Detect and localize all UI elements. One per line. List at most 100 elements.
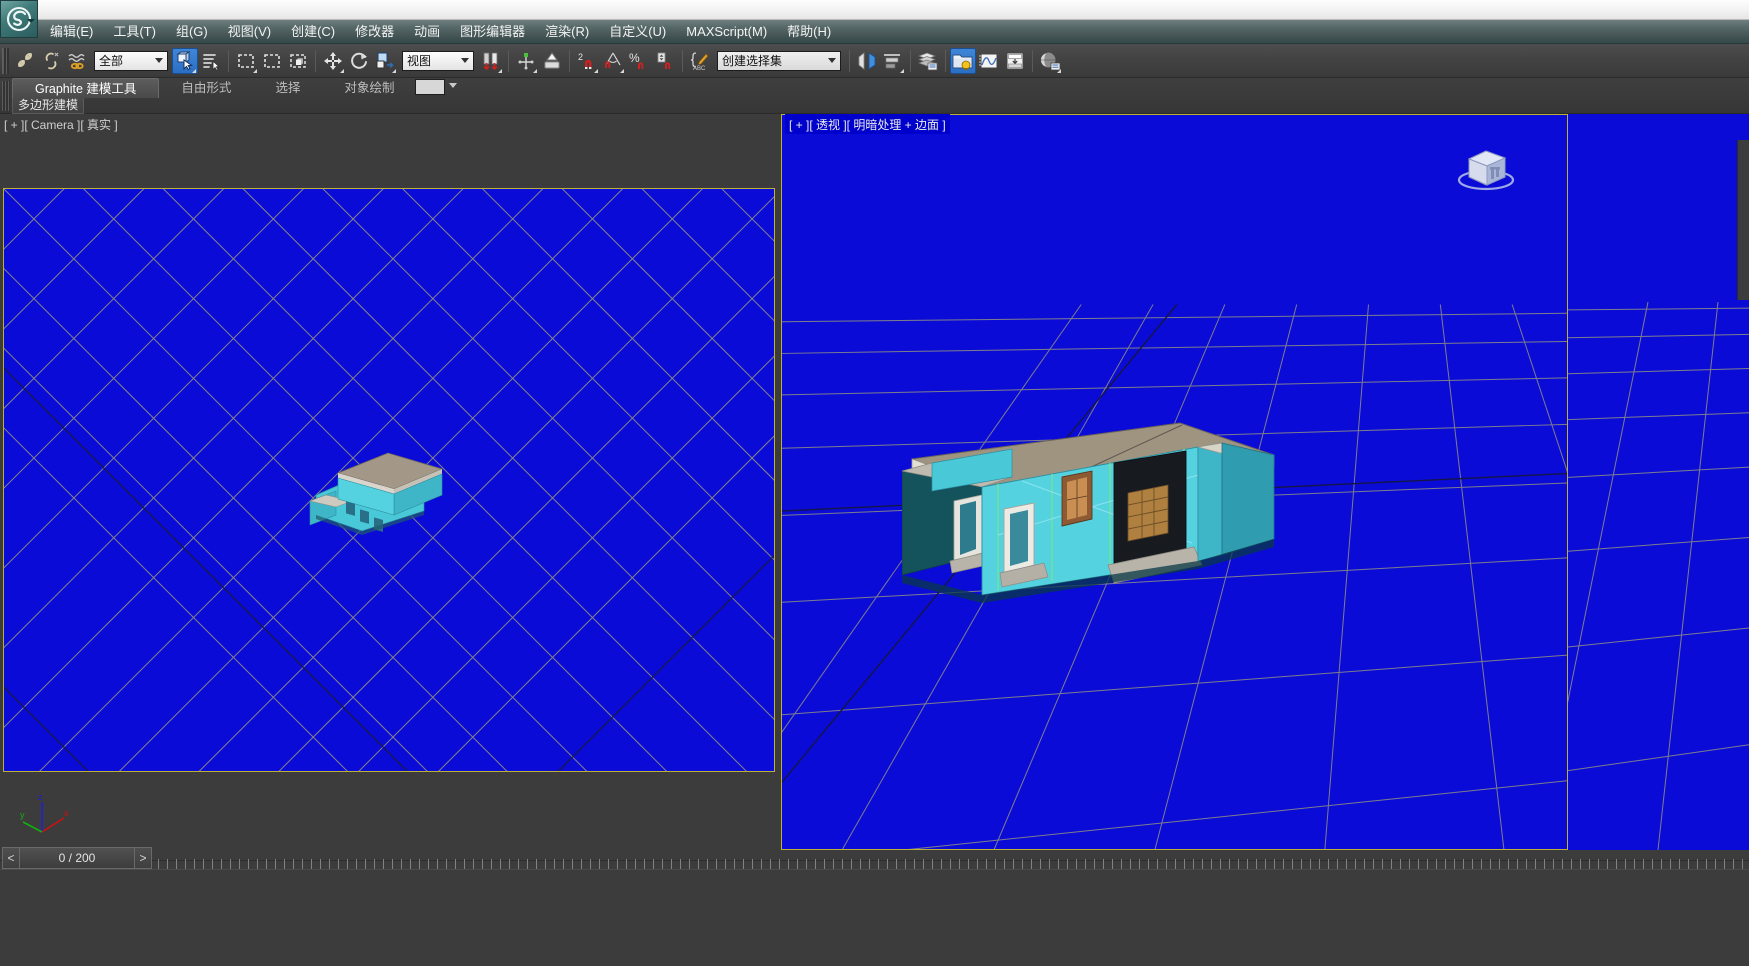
toolbar-separator bbox=[945, 49, 946, 72]
ribbon-grip[interactable] bbox=[2, 81, 10, 111]
ribbon-tab-selection[interactable]: 选择 bbox=[253, 78, 322, 98]
building-model-perspective[interactable] bbox=[902, 415, 1322, 635]
menu-animation[interactable]: 动画 bbox=[404, 22, 450, 42]
reference-coordinate-combo[interactable]: 视图 bbox=[402, 50, 474, 71]
flyout-corner-icon[interactable] bbox=[900, 68, 904, 73]
menu-group[interactable]: 组(G) bbox=[166, 22, 218, 42]
chevron-down-icon[interactable] bbox=[155, 58, 163, 63]
schematic-view-icon[interactable] bbox=[1002, 48, 1028, 74]
select-and-rotate-icon[interactable] bbox=[346, 48, 372, 74]
select-by-name-icon[interactable] bbox=[198, 48, 224, 74]
prev-frame-button[interactable]: < bbox=[2, 847, 20, 869]
svg-text:2: 2 bbox=[578, 52, 583, 62]
svg-text:y: y bbox=[20, 810, 25, 820]
menu-bar: 编辑(E) 工具(T) 组(G) 视图(V) 创建(C) 修改器 动画 图形编辑… bbox=[0, 20, 1749, 44]
app-menu-caret-icon[interactable] bbox=[27, 19, 35, 23]
rectangular-selection-region-icon[interactable] bbox=[233, 48, 259, 74]
snap-toggle-icon[interactable]: 2 bbox=[574, 48, 600, 74]
command-panel-edge[interactable] bbox=[1737, 140, 1749, 300]
next-frame-button[interactable]: > bbox=[134, 847, 152, 869]
viewport-camera-label[interactable]: [ + ][ Camera ][ 真实 ] bbox=[0, 114, 122, 134]
chevron-down-icon[interactable] bbox=[461, 58, 469, 63]
viewport-perspective-label[interactable]: [ + ][ 透视 ][ 明暗处理 + 边面 ] bbox=[785, 114, 950, 134]
ribbon-tab-strip: Graphite 建模工具 自由形式 选择 对象绘制 bbox=[12, 78, 416, 98]
ribbon-tab-graphite[interactable]: Graphite 建模工具 bbox=[12, 78, 160, 98]
right-strip-grid bbox=[1568, 114, 1749, 850]
flyout-corner-icon[interactable] bbox=[192, 68, 196, 73]
percent-snap-toggle-icon[interactable]: % bbox=[626, 48, 652, 74]
time-track-band[interactable] bbox=[0, 869, 1749, 883]
menu-rendering[interactable]: 渲染(R) bbox=[535, 22, 599, 42]
menu-views[interactable]: 视图(V) bbox=[218, 22, 281, 42]
flyout-corner-icon[interactable] bbox=[253, 68, 257, 73]
bind-space-warp-icon[interactable] bbox=[64, 48, 90, 74]
mirror-icon[interactable] bbox=[854, 48, 880, 74]
select-and-manipulate-icon[interactable] bbox=[539, 48, 565, 74]
chevron-down-icon[interactable] bbox=[449, 83, 457, 88]
align-icon[interactable] bbox=[880, 48, 906, 74]
use-pivot-center-icon[interactable] bbox=[513, 48, 539, 74]
flyout-corner-icon[interactable] bbox=[620, 68, 624, 73]
select-link-icon[interactable] bbox=[12, 48, 38, 74]
select-and-move-icon[interactable] bbox=[320, 48, 346, 74]
menu-graph-editors[interactable]: 图形编辑器 bbox=[450, 22, 535, 42]
toolbar-grip[interactable] bbox=[2, 47, 9, 74]
ribbon-tab-object-paint[interactable]: 对象绘制 bbox=[322, 78, 416, 98]
curve-editor-icon[interactable] bbox=[976, 48, 1002, 74]
svg-text:x: x bbox=[64, 808, 69, 818]
svg-text:ABC: ABC bbox=[693, 66, 706, 71]
menu-create[interactable]: 创建(C) bbox=[281, 22, 345, 42]
right-blue-strip bbox=[1568, 114, 1749, 850]
axis-tripod-camera: z x y bbox=[20, 792, 69, 833]
reference-coordinate-value: 视图 bbox=[407, 54, 432, 68]
flyout-corner-icon[interactable] bbox=[594, 68, 598, 73]
scene-explorer-icon[interactable] bbox=[950, 47, 976, 74]
viewport-perspective-canvas[interactable] bbox=[781, 114, 1568, 850]
toolbar-separator bbox=[682, 49, 683, 72]
menu-tools[interactable]: 工具(T) bbox=[103, 22, 166, 42]
app-logo-button[interactable] bbox=[0, 0, 38, 38]
flyout-corner-icon[interactable] bbox=[340, 68, 344, 73]
viewport-camera[interactable]: [ + ][ Camera ][ 真实 ] z x y bbox=[0, 114, 779, 860]
select-and-place-icon[interactable] bbox=[478, 48, 504, 74]
toolbar-separator bbox=[315, 49, 316, 72]
select-and-scale-icon[interactable] bbox=[372, 48, 398, 74]
crossing-selection-icon[interactable] bbox=[285, 48, 311, 74]
svg-text:z: z bbox=[38, 792, 43, 802]
svg-text:%: % bbox=[629, 51, 640, 65]
toolbar-separator bbox=[228, 49, 229, 72]
spinner-snap-toggle-icon[interactable] bbox=[652, 48, 678, 74]
menu-maxscript[interactable]: MAXScript(M) bbox=[676, 22, 777, 42]
toolbar-separator bbox=[508, 49, 509, 72]
ribbon-subtab-polygon-modeling[interactable]: 多边形建模 bbox=[12, 98, 85, 114]
select-object-icon[interactable] bbox=[172, 47, 198, 74]
selection-filter-value: 全部 bbox=[99, 54, 124, 68]
layer-explorer-icon[interactable] bbox=[915, 48, 941, 74]
time-slider[interactable]: < 0 / 200 > bbox=[2, 847, 152, 869]
selection-filter-combo[interactable]: 全部 bbox=[94, 50, 168, 71]
edit-named-selection-sets-icon[interactable]: ABC bbox=[687, 48, 713, 74]
menu-help[interactable]: 帮助(H) bbox=[777, 22, 841, 42]
angle-snap-toggle-icon[interactable] bbox=[600, 48, 626, 74]
named-selection-set-combo[interactable]: 创建选择集 bbox=[717, 50, 841, 71]
flyout-corner-icon[interactable] bbox=[392, 68, 396, 73]
menu-customize[interactable]: 自定义(U) bbox=[599, 22, 676, 42]
ribbon-display-combo[interactable] bbox=[415, 79, 445, 95]
flyout-corner-icon[interactable] bbox=[1057, 68, 1061, 73]
window-crossing-icon[interactable] bbox=[259, 48, 285, 74]
flyout-corner-icon[interactable] bbox=[498, 68, 502, 73]
ribbon-tab-freeform[interactable]: 自由形式 bbox=[159, 78, 253, 98]
building-model-camera[interactable] bbox=[296, 439, 446, 549]
time-track-ticks[interactable] bbox=[158, 859, 1749, 869]
chevron-down-icon[interactable] bbox=[828, 58, 836, 63]
unlink-selection-icon[interactable] bbox=[38, 48, 64, 74]
viewport-camera-canvas[interactable] bbox=[3, 188, 775, 772]
view-cube-icon[interactable] bbox=[1449, 133, 1523, 195]
material-editor-icon[interactable] bbox=[1037, 48, 1063, 74]
current-frame-display[interactable]: 0 / 200 bbox=[20, 847, 134, 869]
toolbar-separator bbox=[1032, 49, 1033, 72]
menu-edit[interactable]: 编辑(E) bbox=[40, 22, 103, 42]
menu-modifiers[interactable]: 修改器 bbox=[345, 22, 404, 42]
flyout-corner-icon[interactable] bbox=[533, 68, 537, 73]
viewport-perspective[interactable] bbox=[781, 114, 1568, 850]
